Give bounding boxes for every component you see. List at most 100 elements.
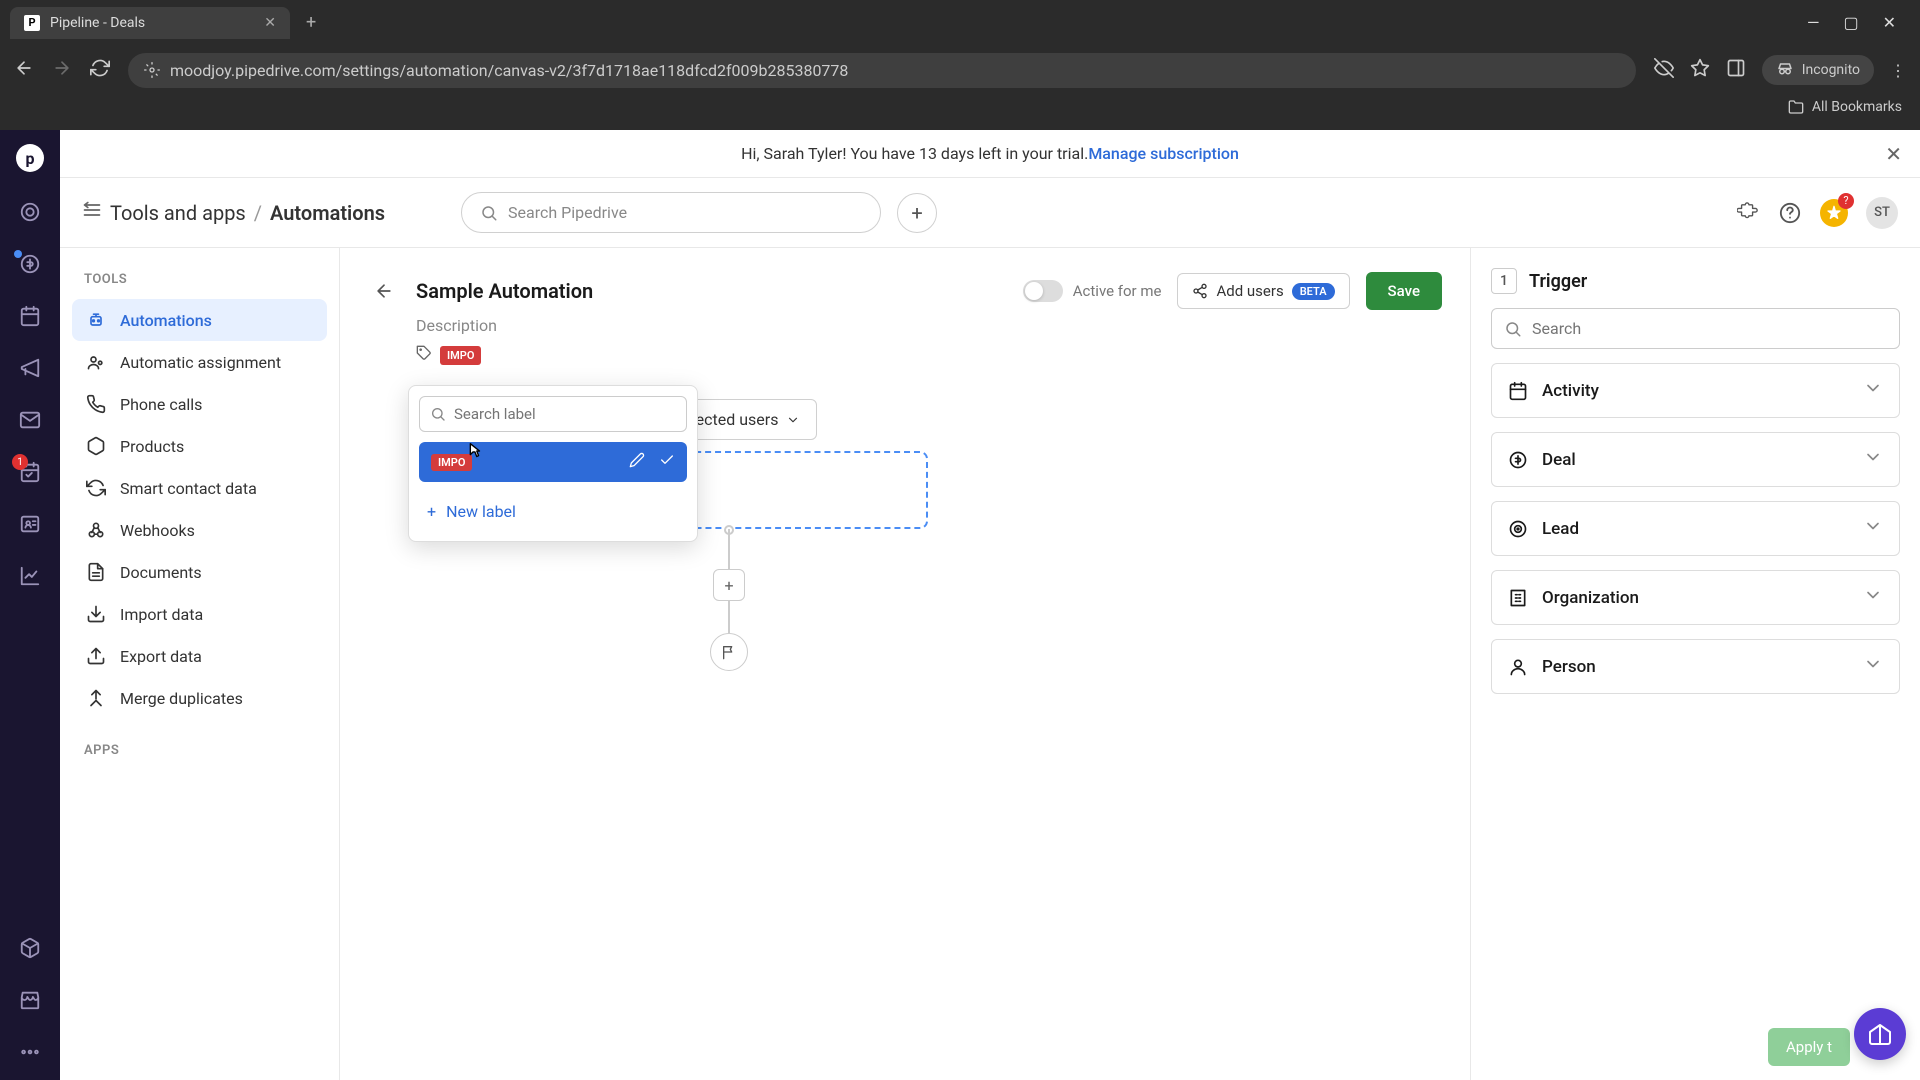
app-root: p 1 Hi, Sarah Tyler! You have 13 days le… (0, 130, 1920, 1080)
label-search-input[interactable] (419, 396, 687, 432)
merge-icon (86, 688, 106, 708)
trigger-item-person[interactable]: Person (1491, 639, 1900, 694)
rail-campaigns-icon[interactable] (18, 356, 42, 380)
new-tab-button[interactable]: + (298, 8, 324, 37)
refresh-icon (86, 478, 106, 498)
breadcrumb: Tools and apps / Automations (82, 200, 385, 225)
automation-title[interactable]: Sample Automation (416, 279, 593, 303)
rail-box-icon[interactable] (18, 936, 42, 960)
trigger-search[interactable] (1491, 308, 1900, 349)
sidebar-item-export-data[interactable]: Export data (72, 635, 327, 677)
url-input[interactable]: moodjoy.pipedrive.com/settings/automatio… (128, 53, 1636, 88)
sidebar-item-automations[interactable]: Automations (72, 299, 327, 341)
sidebar-label: Phone calls (120, 395, 202, 414)
sidebar-item-automatic-assignment[interactable]: Automatic assignment (72, 341, 327, 383)
edit-label-icon[interactable] (629, 452, 645, 472)
sidebar-item-merge-duplicates[interactable]: Merge duplicates (72, 677, 327, 719)
help-icon[interactable] (1778, 201, 1802, 225)
trigger-panel: 1 Trigger Activity Deal Lead Organizatio… (1470, 248, 1920, 1080)
save-button[interactable]: Save (1366, 272, 1442, 310)
rail-contacts-icon[interactable] (18, 512, 42, 536)
label-option-impo[interactable]: IMPO (419, 442, 687, 482)
trigger-item-lead[interactable]: Lead (1491, 501, 1900, 556)
forward-icon[interactable] (52, 58, 72, 82)
maximize-icon[interactable]: ▢ (1843, 13, 1858, 32)
all-bookmarks-link[interactable]: All Bookmarks (1812, 99, 1902, 115)
tag-icon[interactable] (416, 345, 432, 365)
rail-more-icon[interactable] (18, 1040, 42, 1064)
tab-title: Pipeline - Deals (50, 15, 145, 31)
sidebar-item-products[interactable]: Products (72, 425, 327, 467)
calendar-icon (1508, 381, 1528, 401)
connector-line (728, 601, 730, 633)
sidebar-label: Smart contact data (120, 479, 257, 498)
trigger-item-label: Lead (1542, 519, 1579, 539)
help-fab[interactable] (1854, 1008, 1906, 1060)
sidebar-item-phone-calls[interactable]: Phone calls (72, 383, 327, 425)
trigger-item-label: Person (1542, 657, 1596, 677)
eye-off-icon[interactable] (1654, 58, 1674, 82)
add-users-button[interactable]: Add users BETA (1177, 273, 1349, 309)
main-area: Hi, Sarah Tyler! You have 13 days left i… (60, 130, 1920, 1080)
breadcrumb-root[interactable]: Tools and apps (110, 201, 246, 225)
description-field[interactable]: Description (416, 316, 1442, 335)
close-window-icon[interactable]: ✕ (1883, 13, 1896, 32)
upgrade-icon[interactable]: ? (1820, 199, 1848, 227)
global-search[interactable]: Search Pipedrive (461, 192, 881, 233)
close-tab-icon[interactable]: ✕ (264, 15, 276, 31)
new-label-text: New label (446, 502, 516, 521)
reload-icon[interactable] (90, 58, 110, 82)
browser-tab[interactable]: P Pipeline - Deals ✕ (10, 7, 290, 39)
sidebar-item-webhooks[interactable]: Webhooks (72, 509, 327, 551)
trigger-item-activity[interactable]: Activity (1491, 363, 1900, 418)
tag-row: IMPO (416, 345, 1442, 365)
active-toggle[interactable] (1023, 280, 1063, 302)
app-logo[interactable]: p (16, 144, 44, 172)
toggle-sidebar-icon[interactable] (82, 200, 102, 225)
menu-dots-icon[interactable]: ⋮ (1890, 61, 1906, 80)
apply-trigger-button[interactable]: Apply t (1768, 1028, 1850, 1066)
extensions-icon[interactable] (1736, 201, 1760, 225)
bookmark-star-icon[interactable] (1690, 58, 1710, 82)
rail-activities-icon[interactable]: 1 (18, 460, 42, 484)
rail-dollar-icon[interactable] (18, 252, 42, 276)
minimize-icon[interactable]: — (1807, 13, 1820, 32)
check-icon[interactable] (659, 452, 675, 472)
sidebar-item-documents[interactable]: Documents (72, 551, 327, 593)
help-badge: ? (1838, 193, 1854, 209)
window-controls: — ▢ ✕ (1807, 13, 1910, 32)
rail-target-icon[interactable] (18, 200, 42, 224)
sidebar-label: Products (120, 437, 184, 456)
panel-icon[interactable] (1726, 58, 1746, 82)
share-icon (1192, 283, 1208, 299)
user-avatar[interactable]: ST (1866, 197, 1898, 229)
bookmarks-bar: All Bookmarks (0, 95, 1920, 125)
back-button[interactable] (368, 275, 400, 307)
chevron-down-icon (1863, 585, 1883, 610)
incognito-indicator[interactable]: Incognito (1762, 55, 1874, 85)
trigger-search-field[interactable] (1532, 319, 1887, 338)
rail-marketplace-icon[interactable] (18, 988, 42, 1012)
manage-subscription-link[interactable]: Manage subscription (1088, 144, 1239, 163)
trigger-item-organization[interactable]: Organization (1491, 570, 1900, 625)
canvas-graph: selected users + (368, 391, 1442, 811)
new-label-button[interactable]: + New label (419, 492, 687, 531)
rail-calendar-icon[interactable] (18, 304, 42, 328)
building-icon (1508, 588, 1528, 608)
banner-text: Hi, Sarah Tyler! You have 13 days left i… (741, 144, 1088, 163)
back-icon[interactable] (14, 58, 34, 82)
current-tag[interactable]: IMPO (440, 346, 481, 365)
sidebar-label: Export data (120, 647, 202, 666)
phone-icon (86, 394, 106, 414)
sidebar-item-smart-contact[interactable]: Smart contact data (72, 467, 327, 509)
quick-add-button[interactable]: + (897, 193, 937, 233)
label-search-field[interactable] (454, 405, 676, 423)
active-label: Active for me (1073, 282, 1162, 300)
incognito-icon (1776, 61, 1794, 79)
close-banner-icon[interactable]: ✕ (1885, 142, 1902, 166)
add-step-button[interactable]: + (713, 569, 745, 601)
rail-insights-icon[interactable] (18, 564, 42, 588)
rail-mail-icon[interactable] (18, 408, 42, 432)
sidebar-item-import-data[interactable]: Import data (72, 593, 327, 635)
trigger-item-deal[interactable]: Deal (1491, 432, 1900, 487)
